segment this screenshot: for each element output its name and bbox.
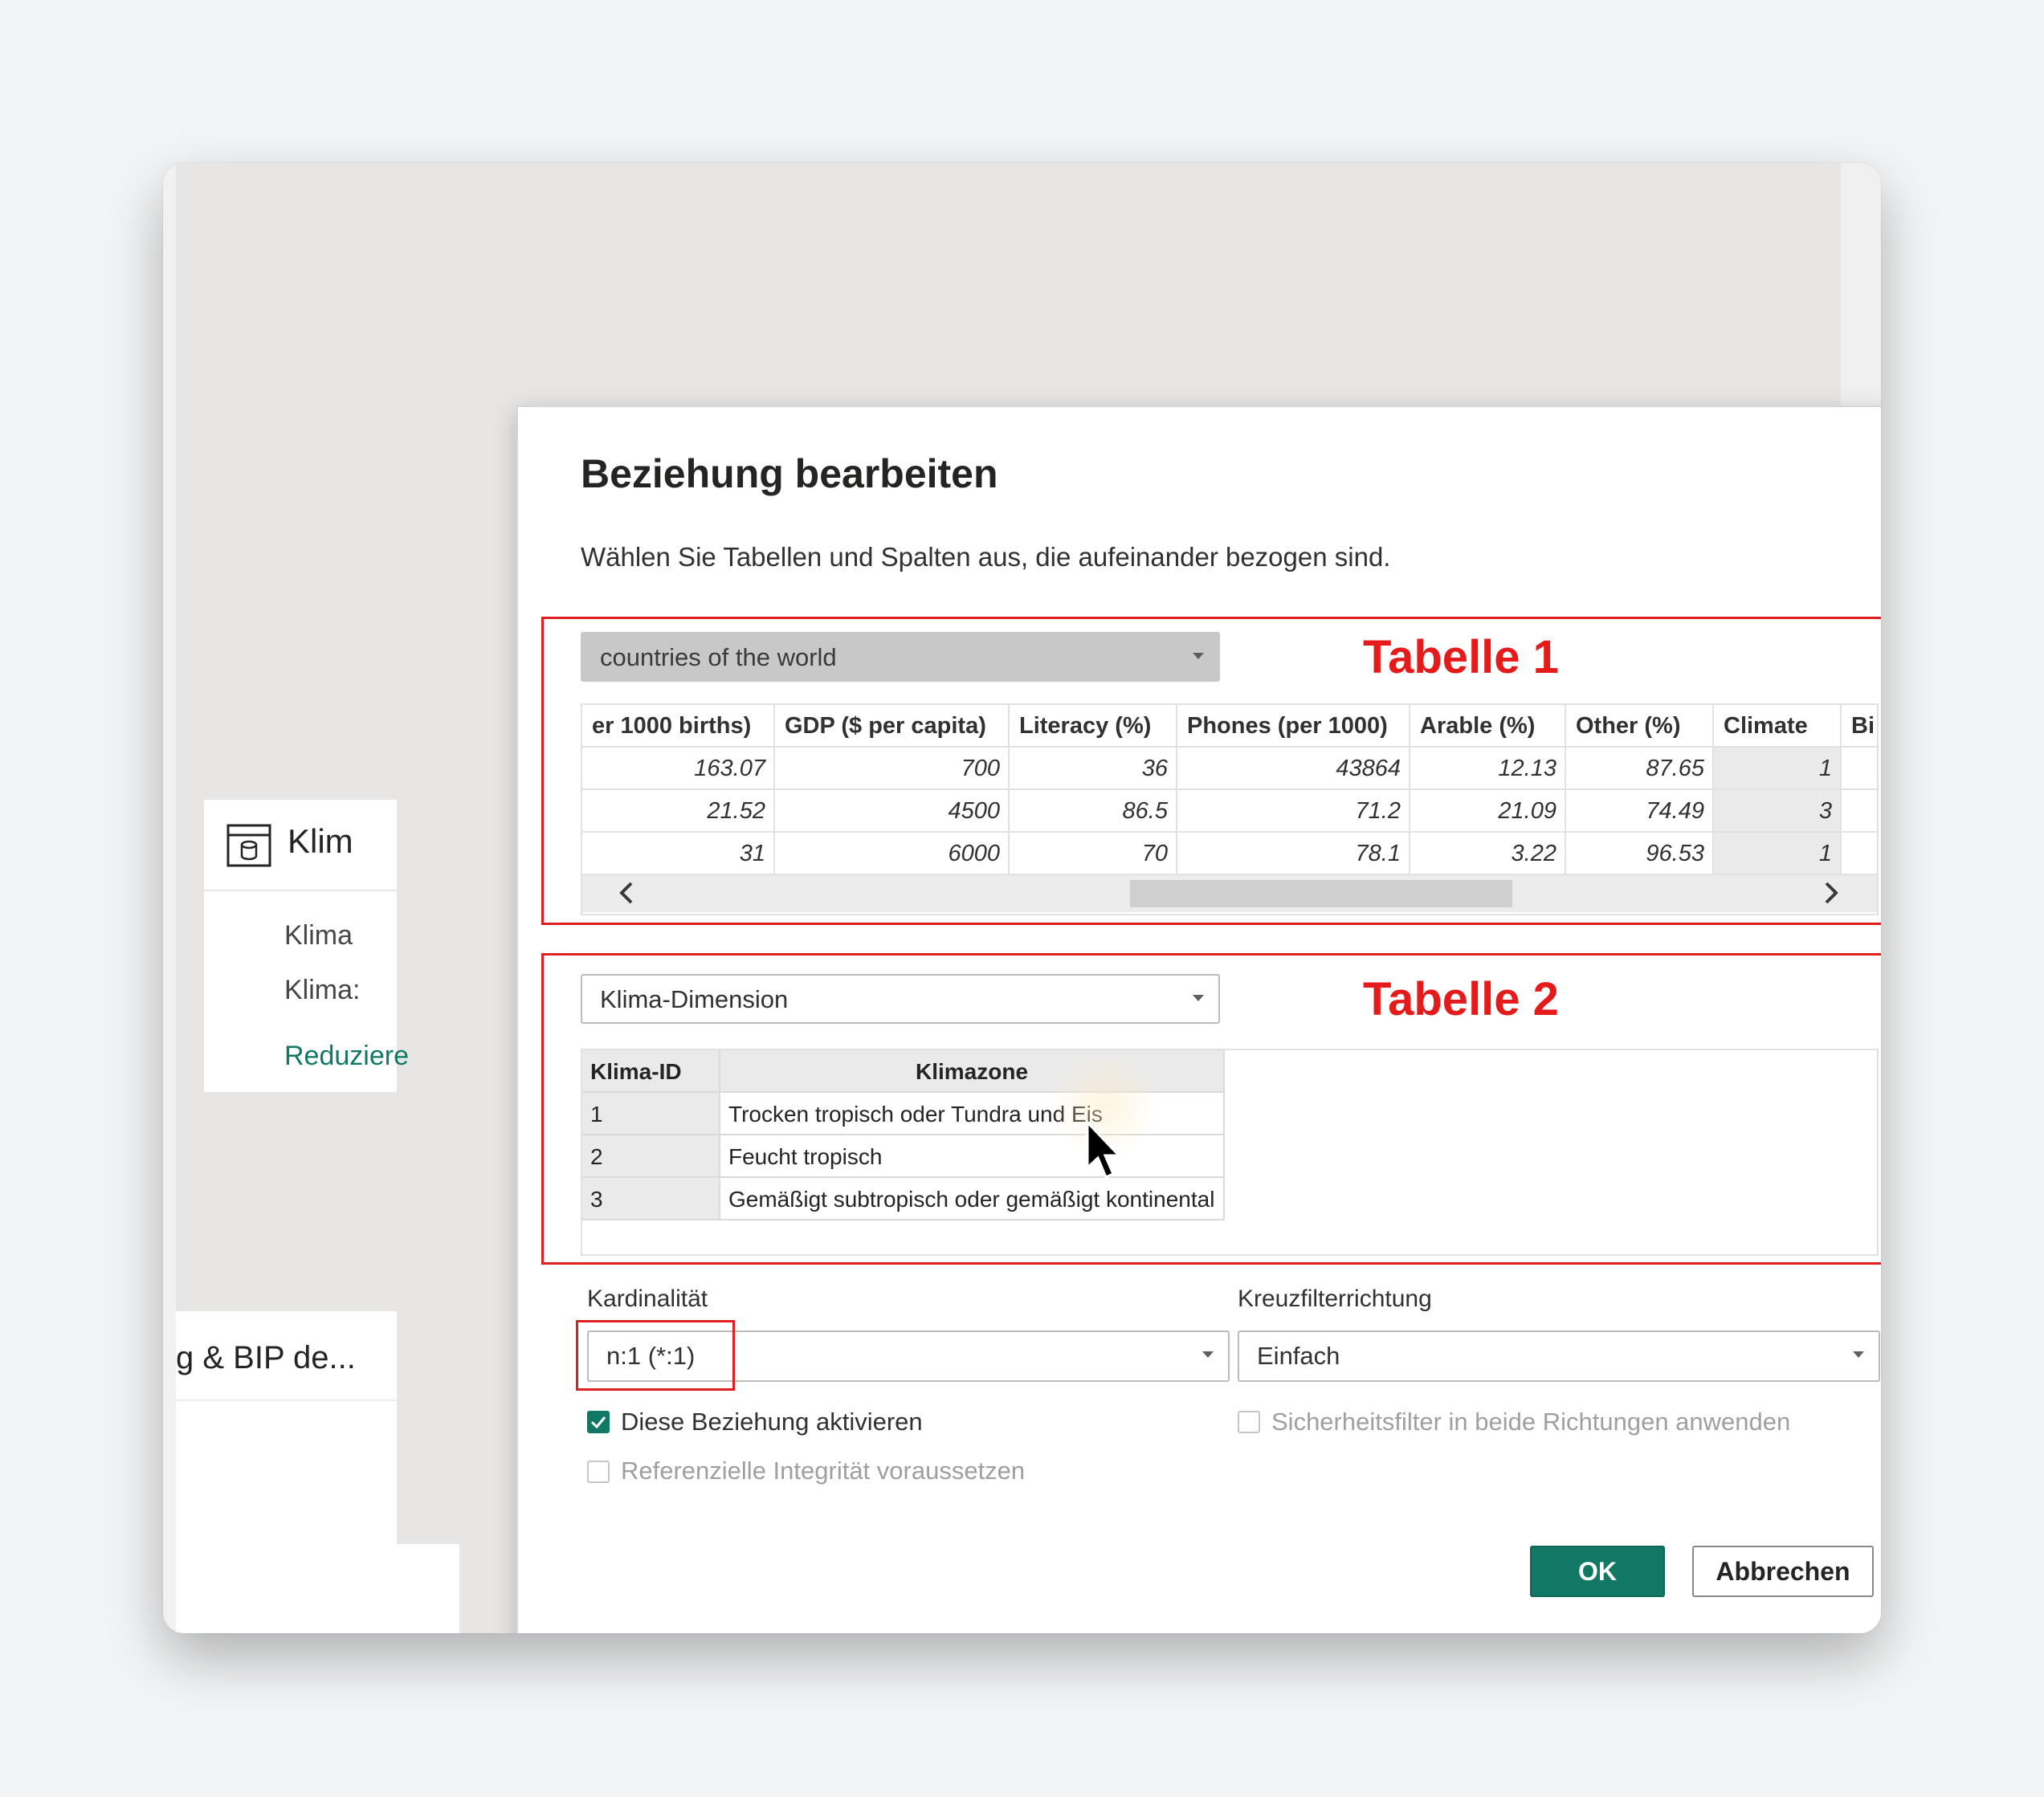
table1-col-header: Arable (%) bbox=[1410, 705, 1566, 748]
table2-col-header: Klima-ID bbox=[582, 1050, 720, 1093]
chevron-down-icon bbox=[1202, 1351, 1214, 1358]
card-title: Klim bbox=[288, 822, 353, 860]
table1-cell: 12.13 bbox=[1410, 748, 1566, 790]
table1-cell: 36 bbox=[1010, 748, 1177, 790]
table1-cell: 86.5 bbox=[1010, 790, 1177, 833]
table1-col-header: Bi bbox=[1842, 705, 1877, 748]
table1-cell: 87.65 bbox=[1566, 748, 1714, 790]
window-edge bbox=[163, 163, 176, 1633]
dialog-subtitle: Wählen Sie Tabellen und Spalten aus, die… bbox=[581, 542, 1391, 572]
table1-cell: 4500 bbox=[775, 790, 1010, 833]
table1-cell: 3 bbox=[1714, 790, 1842, 833]
app-window: Klim Klima Klima: Reduziere g & BIP de..… bbox=[163, 163, 1881, 1633]
table1-preview-grid[interactable]: er 1000 births) GDP ($ per capita) Liter… bbox=[581, 703, 1879, 915]
table-row: 163.07 700 36 43864 12.13 87.65 1 bbox=[582, 748, 1877, 790]
crossfilter-select[interactable]: Einfach bbox=[1238, 1330, 1880, 1382]
table1-cell: 43864 bbox=[1177, 748, 1410, 790]
table2-select[interactable]: Klima-Dimension bbox=[581, 974, 1220, 1024]
table-row: 31 6000 70 78.1 3.22 96.53 1 bbox=[582, 833, 1877, 875]
table1-cell: 31 bbox=[582, 833, 775, 875]
table1-select[interactable]: countries of the world bbox=[581, 632, 1220, 682]
table1-cell: 6000 bbox=[775, 833, 1010, 875]
chevron-down-icon bbox=[1193, 653, 1204, 659]
table1-cell: 70 bbox=[1010, 833, 1177, 875]
crossfilter-select-value: Einfach bbox=[1257, 1342, 1340, 1370]
table1-cell: 1 bbox=[1714, 833, 1842, 875]
table1-cell: 700 bbox=[775, 748, 1010, 790]
cardinality-highlight-box bbox=[576, 1320, 735, 1391]
table1-col-header: er 1000 births) bbox=[582, 705, 775, 748]
referential-integrity-checkbox[interactable] bbox=[587, 1461, 610, 1483]
table2-cell: 3 bbox=[582, 1178, 720, 1220]
crossfilter-label: Kreuzfilterrichtung bbox=[1238, 1286, 1432, 1312]
card2-title: g & BIP de... bbox=[176, 1340, 356, 1375]
security-filter-checkbox[interactable] bbox=[1238, 1411, 1260, 1433]
table1-cell: 21.52 bbox=[582, 790, 775, 833]
activate-relationship-label[interactable]: Diese Beziehung aktivieren bbox=[621, 1408, 923, 1436]
chevron-down-icon bbox=[1193, 995, 1204, 1001]
chevron-down-icon bbox=[1853, 1351, 1864, 1358]
mouse-pointer-icon bbox=[1086, 1121, 1122, 1179]
table1-header-row: er 1000 births) GDP ($ per capita) Liter… bbox=[582, 705, 1877, 748]
card2-divider bbox=[176, 1400, 397, 1401]
table-icon bbox=[226, 824, 271, 867]
security-filter-label[interactable]: Sicherheitsfilter in beide Richtungen an… bbox=[1271, 1408, 1790, 1436]
table-row: 21.52 4500 86.5 71.2 21.09 74.49 3 bbox=[582, 790, 1877, 833]
table2-preview-area[interactable]: Klima-ID Klimazone 1 Trocken tropisch od… bbox=[581, 1049, 1879, 1256]
table1-cell bbox=[1842, 748, 1877, 790]
table1-cell: 3.22 bbox=[1410, 833, 1566, 875]
table1-col-header: Other (%) bbox=[1566, 705, 1714, 748]
table1-cell: 71.2 bbox=[1177, 790, 1410, 833]
ok-button[interactable]: OK bbox=[1530, 1546, 1665, 1597]
table1-annotation: Tabelle 1 bbox=[1363, 631, 1559, 683]
table2-cell: Feucht tropisch bbox=[720, 1135, 1225, 1178]
table1-select-value: countries of the world bbox=[600, 643, 837, 671]
activate-relationship-checkbox[interactable] bbox=[587, 1411, 610, 1433]
horizontal-scrollbar[interactable] bbox=[582, 875, 1877, 912]
table1-cell bbox=[1842, 790, 1877, 833]
table2-annotation: Tabelle 2 bbox=[1363, 973, 1559, 1025]
chevron-right-icon[interactable] bbox=[1816, 878, 1845, 907]
cardinality-label: Kardinalität bbox=[587, 1286, 708, 1312]
table1-cell: 21.09 bbox=[1410, 790, 1566, 833]
checkmark-icon bbox=[590, 1416, 606, 1429]
background-panel bbox=[176, 1544, 459, 1633]
horizontal-scroll-thumb[interactable] bbox=[1130, 880, 1512, 907]
table2-cell: Gemäßigt subtropisch oder gemäßigt konti… bbox=[720, 1178, 1225, 1220]
table1-col-header: Climate bbox=[1714, 705, 1842, 748]
cancel-button[interactable]: Abbrechen bbox=[1692, 1546, 1874, 1597]
table2-cell: 2 bbox=[582, 1135, 720, 1178]
chevron-left-icon[interactable] bbox=[613, 878, 642, 907]
table-row: 3 Gemäßigt subtropisch oder gemäßigt kon… bbox=[582, 1178, 1225, 1220]
referential-integrity-label[interactable]: Referenzielle Integrität voraussetzen bbox=[621, 1457, 1025, 1485]
card-field-2[interactable]: Klima: bbox=[284, 975, 360, 1006]
edit-relationship-dialog: Beziehung bearbeiten Wählen Sie Tabellen… bbox=[516, 405, 1881, 1633]
table1-cell: 163.07 bbox=[582, 748, 775, 790]
table1-cell bbox=[1842, 833, 1877, 875]
table1-col-header: Phones (per 1000) bbox=[1177, 705, 1410, 748]
table1-col-header: Literacy (%) bbox=[1010, 705, 1177, 748]
background-table-card[interactable]: Klim Klima Klima: Reduziere bbox=[204, 800, 409, 1092]
card-header: Klim bbox=[204, 800, 397, 891]
table2-select-value: Klima-Dimension bbox=[600, 985, 789, 1013]
table1-cell: 96.53 bbox=[1566, 833, 1714, 875]
table1-cell: 74.49 bbox=[1566, 790, 1714, 833]
table1-cell: 78.1 bbox=[1177, 833, 1410, 875]
card-field-1[interactable]: Klima bbox=[284, 920, 353, 951]
dialog-title: Beziehung bearbeiten bbox=[581, 451, 998, 496]
table2-cell: 1 bbox=[582, 1093, 720, 1135]
table1-cell: 1 bbox=[1714, 748, 1842, 790]
collapse-link[interactable]: Reduziere bbox=[284, 1041, 409, 1072]
table1-col-header: GDP ($ per capita) bbox=[775, 705, 1010, 748]
